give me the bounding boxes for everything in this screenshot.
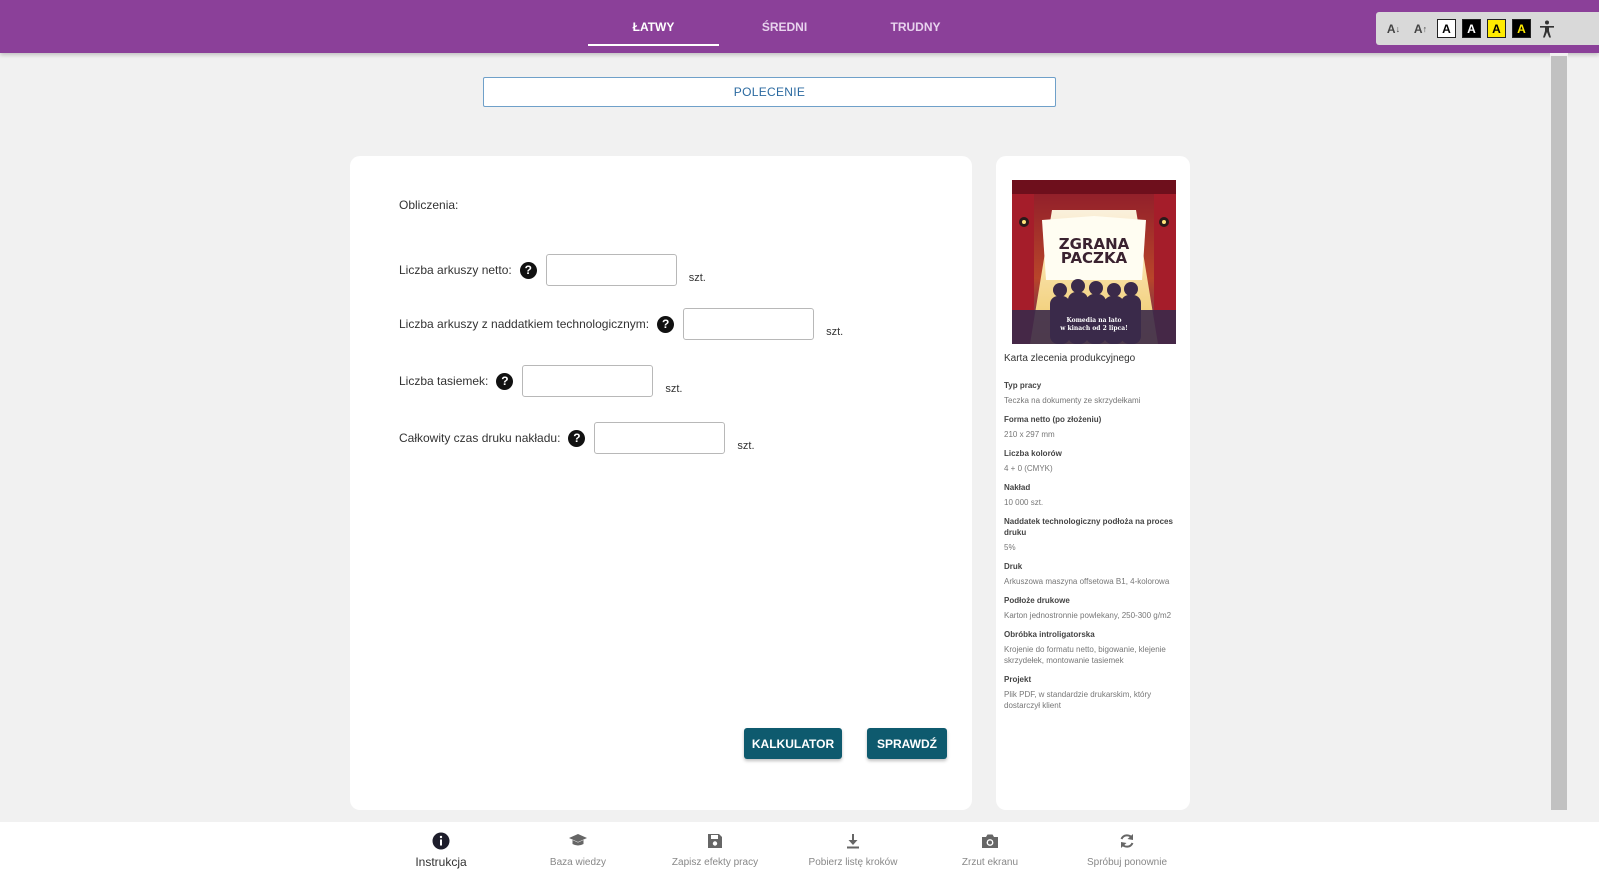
detail-value: Plik PDF, w standardzie drukarskim, któr… bbox=[1004, 690, 1152, 710]
detail-value: 5% bbox=[1004, 543, 1016, 552]
help-icon[interactable]: ? bbox=[568, 429, 586, 447]
tab-easy[interactable]: ŁATWY bbox=[588, 0, 719, 53]
field-net-sheets: Liczba arkuszy netto: ? szt. bbox=[399, 254, 706, 286]
accessibility-icon[interactable] bbox=[1537, 19, 1557, 39]
increase-font-label: A bbox=[1413, 21, 1423, 36]
save-work-button[interactable]: Zapisz efekty pracy bbox=[655, 832, 775, 868]
refresh-icon bbox=[1119, 832, 1135, 850]
knowledge-base-button[interactable]: Baza wiedzy bbox=[518, 832, 638, 868]
field-total-print-time: Całkowity czas druku nakładu: ? szt. bbox=[399, 422, 755, 454]
sheets-with-allowance-input[interactable] bbox=[683, 308, 815, 340]
poster-tagline-line1: Komedia na lato bbox=[1067, 317, 1122, 324]
order-detail-item: Obróbka introligatorska Krojenie do form… bbox=[1004, 629, 1184, 666]
download-steps-label: Pobierz listę kroków bbox=[808, 857, 898, 868]
top-bar: ŁATWY ŚREDNI TRUDNY A ↓ A ↑ A A A A bbox=[0, 0, 1599, 53]
difficulty-tabs: ŁATWY ŚREDNI TRUDNY bbox=[588, 0, 981, 53]
screenshot-label: Zrzut ekranu bbox=[961, 857, 1019, 868]
calculations-panel: Obliczenia: Liczba arkuszy netto: ? szt.… bbox=[350, 156, 972, 810]
save-icon bbox=[707, 832, 723, 850]
tab-medium[interactable]: ŚREDNI bbox=[719, 0, 850, 53]
field-ribbons: Liczba tasiemek: ? szt. bbox=[399, 365, 683, 397]
increase-font-button[interactable]: A ↑ bbox=[1410, 19, 1431, 39]
knowledge-base-label: Baza wiedzy bbox=[549, 857, 607, 868]
order-card-title: Karta zlecenia produkcyjnego bbox=[1004, 353, 1136, 364]
detail-label: Druk bbox=[1004, 562, 1023, 571]
detail-label: Liczba kolorów bbox=[1004, 449, 1062, 458]
unit-label: szt. bbox=[737, 440, 755, 452]
help-icon[interactable]: ? bbox=[519, 261, 537, 279]
contrast-black-yellow-button[interactable]: A bbox=[1512, 19, 1531, 38]
detail-value: Krojenie do formatu netto, bigowanie, kl… bbox=[1004, 645, 1166, 665]
field-label: Całkowity czas druku nakładu: bbox=[399, 431, 561, 445]
detail-label: Typ pracy bbox=[1004, 381, 1042, 390]
camera-icon bbox=[981, 832, 999, 850]
detail-value: 210 x 297 mm bbox=[1004, 430, 1055, 439]
arrow-up-icon: ↑ bbox=[1422, 23, 1428, 34]
poster-image: ZGRANA PACZKA Komedia na lato w kinach o… bbox=[1012, 180, 1176, 344]
detail-label: Nakład bbox=[1004, 483, 1031, 492]
field-label: Liczba tasiemek: bbox=[399, 374, 489, 388]
download-icon bbox=[845, 832, 861, 850]
field-label: Liczba arkuszy netto: bbox=[399, 263, 512, 277]
decrease-font-button[interactable]: A ↓ bbox=[1383, 19, 1404, 39]
total-print-time-input[interactable] bbox=[594, 422, 726, 454]
poster-title-line2: PACZKA bbox=[1061, 249, 1128, 267]
field-label: Liczba arkuszy z naddatkiem technologicz… bbox=[399, 317, 650, 331]
poster-tagline-line2: w kinach od 2 lipca! bbox=[1059, 325, 1128, 332]
detail-value: Teczka na dokumenty ze skrzydełkami bbox=[1004, 396, 1141, 405]
detail-value: 10 000 szt. bbox=[1004, 498, 1044, 507]
try-again-label: Spróbuj ponownie bbox=[1086, 857, 1168, 868]
graduation-cap-icon bbox=[568, 832, 588, 850]
unit-label: szt. bbox=[665, 383, 683, 395]
instruction-button[interactable]: Instrukcja bbox=[381, 832, 501, 869]
tab-hard[interactable]: TRUDNY bbox=[850, 0, 981, 53]
check-button[interactable]: SPRAWDŹ bbox=[867, 728, 947, 759]
scrollbar-thumb[interactable] bbox=[1551, 56, 1567, 810]
poster-illustration: ZGRANA PACZKA Komedia na lato w kinach o… bbox=[1012, 180, 1176, 344]
production-order-panel: ZGRANA PACZKA Komedia na lato w kinach o… bbox=[996, 156, 1190, 810]
unit-label: szt. bbox=[688, 272, 706, 284]
unit-label: szt. bbox=[826, 326, 844, 338]
help-icon[interactable]: ? bbox=[496, 372, 514, 390]
bottom-toolbar: Instrukcja Baza wiedzy Zapisz efekty pra… bbox=[0, 822, 1599, 887]
detail-label: Forma netto (po złożeniu) bbox=[1004, 415, 1102, 424]
accessibility-toolbar: A ↓ A ↑ A A A A bbox=[1376, 12, 1599, 45]
order-detail-item: Nakład 10 000 szt. bbox=[1004, 482, 1184, 508]
polecenie-button[interactable]: POLECENIE bbox=[483, 77, 1056, 107]
order-detail-item: Podłoże drukowe Karton jednostronnie pow… bbox=[1004, 595, 1184, 621]
detail-label: Obróbka introligatorska bbox=[1004, 630, 1095, 639]
detail-label: Projekt bbox=[1004, 675, 1032, 684]
order-details-list: Typ pracy Teczka na dokumenty ze skrzyde… bbox=[1004, 380, 1184, 719]
help-icon[interactable]: ? bbox=[657, 315, 675, 333]
detail-value: Karton jednostronnie powlekany, 250-300 … bbox=[1004, 611, 1172, 620]
order-detail-item: Projekt Plik PDF, w standardzie drukarsk… bbox=[1004, 674, 1184, 711]
ribbons-input[interactable] bbox=[522, 365, 654, 397]
try-again-button[interactable]: Spróbuj ponownie bbox=[1067, 832, 1187, 868]
screenshot-button[interactable]: Zrzut ekranu bbox=[930, 832, 1050, 868]
decrease-font-label: A bbox=[1386, 21, 1396, 36]
net-sheets-input[interactable] bbox=[545, 254, 677, 286]
detail-value: Arkuszowa maszyna offsetowa B1, 4-koloro… bbox=[1004, 577, 1170, 586]
arrow-down-icon: ↓ bbox=[1395, 23, 1401, 34]
calculator-button[interactable]: KALKULATOR bbox=[744, 728, 842, 759]
info-icon bbox=[432, 832, 450, 850]
field-sheets-with-allowance: Liczba arkuszy z naddatkiem technologicz… bbox=[399, 308, 843, 340]
instruction-label: Instrukcja bbox=[415, 855, 467, 869]
order-detail-item: Naddatek technologiczny podłoża na proce… bbox=[1004, 516, 1184, 553]
detail-value: 4 + 0 (CMYK) bbox=[1004, 464, 1053, 473]
detail-label: Naddatek technologiczny podłoża na proce… bbox=[1004, 517, 1173, 537]
section-title: Obliczenia: bbox=[399, 198, 459, 212]
order-detail-item: Forma netto (po złożeniu) 210 x 297 mm bbox=[1004, 414, 1184, 440]
save-work-label: Zapisz efekty pracy bbox=[671, 857, 759, 868]
contrast-yellow-button[interactable]: A bbox=[1487, 19, 1506, 38]
download-steps-button[interactable]: Pobierz listę kroków bbox=[793, 832, 913, 868]
order-detail-item: Typ pracy Teczka na dokumenty ze skrzyde… bbox=[1004, 380, 1184, 406]
person-figure-icon bbox=[1540, 20, 1554, 37]
detail-label: Podłoże drukowe bbox=[1004, 596, 1070, 605]
order-detail-item: Druk Arkuszowa maszyna offsetowa B1, 4-k… bbox=[1004, 561, 1184, 587]
contrast-white-button[interactable]: A bbox=[1437, 19, 1456, 38]
order-detail-item: Liczba kolorów 4 + 0 (CMYK) bbox=[1004, 448, 1184, 474]
contrast-black-button[interactable]: A bbox=[1462, 19, 1481, 38]
